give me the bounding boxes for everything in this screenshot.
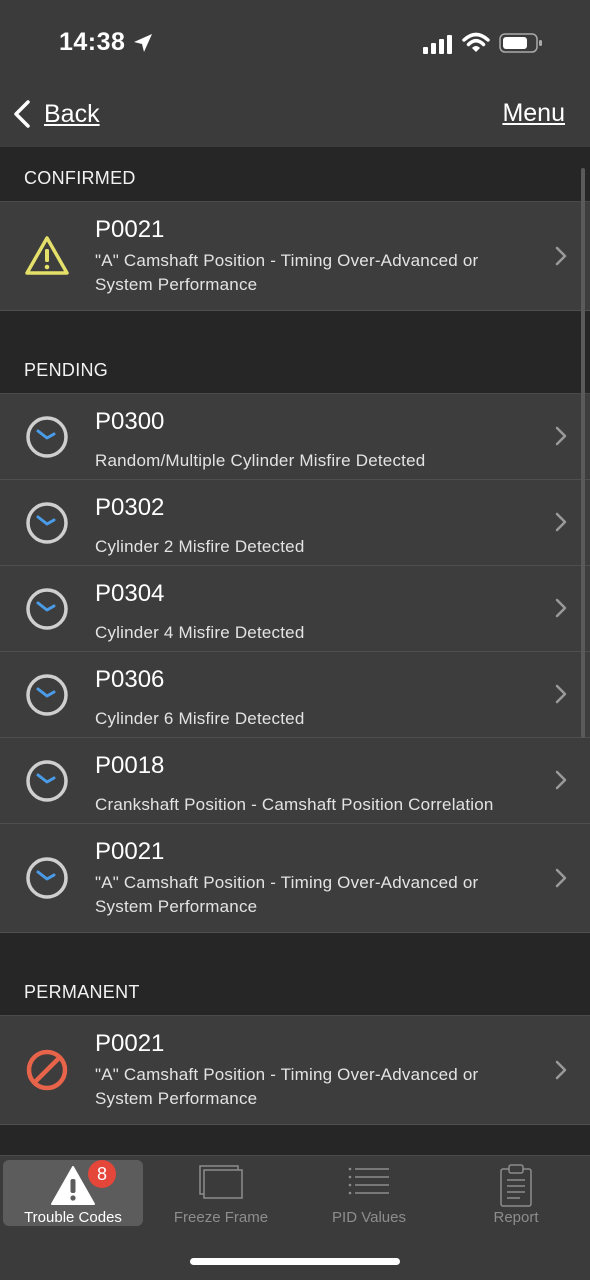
- chevron-right-icon: [555, 512, 567, 532]
- prohibited-icon: [26, 1049, 68, 1091]
- clock-icon: [26, 857, 68, 899]
- chevron-right-icon: [555, 770, 567, 790]
- code-label: P0021: [95, 1030, 165, 1057]
- list-item[interactable]: P0021 "A" Camshaft Position - Timing Ove…: [0, 1016, 590, 1125]
- list-item[interactable]: P0306 Cylinder 6 Misfire Detected: [0, 652, 590, 738]
- tab-label: Freeze Frame: [173, 1209, 269, 1226]
- clock-icon: [26, 502, 68, 544]
- scrollbar[interactable]: [581, 168, 585, 738]
- tab-label: Report: [493, 1209, 539, 1226]
- description-label: "A" Camshaft Position - Timing Over-Adva…: [95, 1065, 479, 1108]
- chevron-right-icon: [555, 598, 567, 618]
- clock-icon: [26, 674, 68, 716]
- header-bar: 14:38 Back Menu: [0, 0, 590, 147]
- badge-count: 8: [88, 1160, 116, 1188]
- list-item[interactable]: P0300 Random/Multiple Cylinder Misfire D…: [0, 394, 590, 480]
- clock-icon: [26, 760, 68, 802]
- wifi-icon: [462, 32, 490, 52]
- back-button[interactable]: Back: [12, 96, 100, 132]
- chevron-left-icon: [14, 100, 30, 128]
- list-item[interactable]: P0018 Crankshaft Position - Camshaft Pos…: [0, 738, 590, 824]
- tab-label: PID Values: [332, 1209, 406, 1226]
- section-gap: [0, 933, 590, 961]
- clock-icon: [26, 588, 68, 630]
- description-label: Random/Multiple Cylinder Misfire Detecte…: [95, 451, 426, 470]
- description-label: Cylinder 6 Misfire Detected: [95, 709, 305, 728]
- description-label: Crankshaft Position - Camshaft Position …: [95, 795, 494, 814]
- battery-icon: [499, 33, 542, 53]
- chevron-right-icon: [555, 868, 567, 888]
- tab-trouble-codes[interactable]: 8 Trouble Codes: [3, 1160, 143, 1226]
- warning-icon: [25, 236, 69, 275]
- list-item[interactable]: P0302 Cylinder 2 Misfire Detected: [0, 480, 590, 566]
- description-label: "A" Camshaft Position - Timing Over-Adva…: [95, 873, 479, 916]
- list-item[interactable]: P0021 "A" Camshaft Position - Timing Ove…: [0, 824, 590, 933]
- code-label: P0302: [95, 494, 165, 521]
- status-time: 14:38: [59, 28, 126, 56]
- freeze-frame-icon: [199, 1165, 243, 1199]
- tab-freeze-frame[interactable]: Freeze Frame: [151, 1160, 291, 1226]
- code-label: P0300: [95, 408, 165, 435]
- chevron-right-icon: [555, 1060, 567, 1080]
- report-clipboard-icon: [500, 1164, 532, 1207]
- back-label: Back: [44, 99, 100, 128]
- list-icon: [348, 1167, 389, 1195]
- cellular-signal-icon: [423, 35, 452, 54]
- description-label: Cylinder 4 Misfire Detected: [95, 623, 305, 642]
- section-header-permanent: PERMANENT: [0, 961, 590, 1016]
- location-arrow-icon: [134, 34, 152, 52]
- code-label: P0304: [95, 580, 165, 607]
- tab-pid-values[interactable]: PID Values: [299, 1160, 439, 1226]
- chevron-right-icon: [555, 684, 567, 704]
- tab-report[interactable]: Report: [446, 1160, 586, 1226]
- section-header-pending: PENDING: [0, 339, 590, 394]
- trouble-code-list[interactable]: CONFIRMED P0021 "A" Camshaft Position - …: [0, 147, 590, 1155]
- menu-button[interactable]: Menu: [502, 99, 565, 128]
- chevron-right-icon: [555, 426, 567, 446]
- list-item[interactable]: P0304 Cylinder 4 Misfire Detected: [0, 566, 590, 652]
- code-label: P0018: [95, 752, 165, 779]
- code-label: P0021: [95, 216, 165, 243]
- list-item[interactable]: P0021 "A" Camshaft Position - Timing Ove…: [0, 202, 590, 311]
- tab-label: Trouble Codes: [24, 1209, 122, 1226]
- section-header-confirmed: CONFIRMED: [0, 147, 590, 202]
- chevron-right-icon: [555, 246, 567, 266]
- home-indicator[interactable]: [190, 1258, 400, 1265]
- description-label: Cylinder 2 Misfire Detected: [95, 537, 305, 556]
- code-label: P0306: [95, 666, 165, 693]
- code-label: P0021: [95, 838, 165, 865]
- section-gap: [0, 311, 590, 339]
- clock-icon: [26, 416, 68, 458]
- description-label: "A" Camshaft Position - Timing Over-Adva…: [95, 251, 479, 294]
